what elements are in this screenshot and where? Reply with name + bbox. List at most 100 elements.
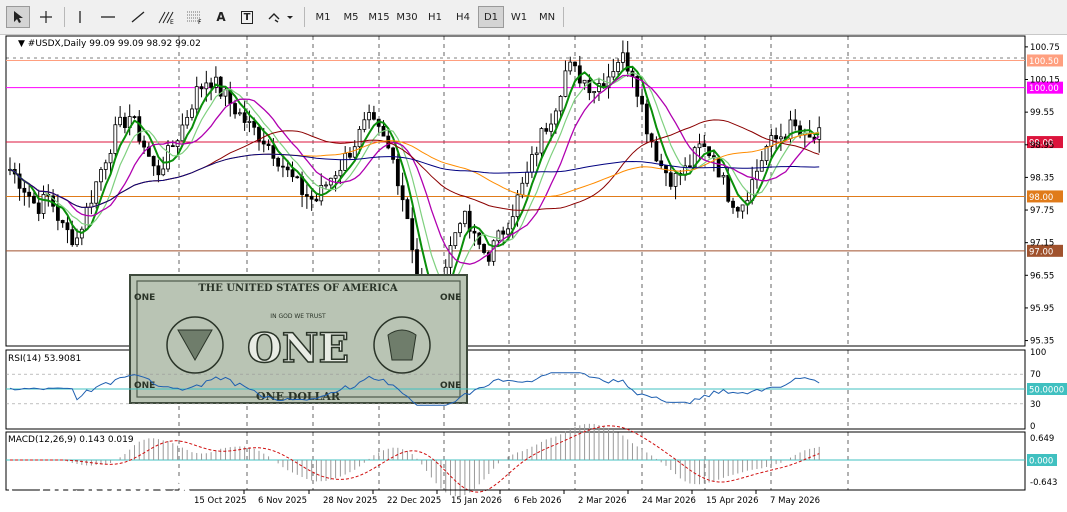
candle-body bbox=[99, 169, 103, 183]
candle-body bbox=[333, 175, 338, 179]
date-tick-label: 15 Apr 2026 bbox=[706, 496, 759, 506]
trendline-tool-button[interactable] bbox=[126, 6, 150, 28]
candle-body bbox=[266, 143, 271, 146]
timeframe-w1-button[interactable]: W1 bbox=[506, 6, 532, 28]
candle-body bbox=[697, 143, 702, 149]
candle-body bbox=[199, 86, 204, 90]
candle-body bbox=[544, 128, 549, 132]
fibo-grid-icon: F bbox=[187, 11, 202, 25]
date-tick-label: 15 Jan 2026 bbox=[451, 496, 502, 506]
candle-body bbox=[573, 61, 577, 67]
candle-body bbox=[357, 128, 362, 148]
arrows-dropdown-icon bbox=[268, 13, 293, 23]
candle-body bbox=[735, 207, 740, 212]
horizontal-line-tool-button[interactable] bbox=[96, 6, 120, 28]
cursor-tool-button[interactable] bbox=[6, 6, 30, 28]
timeframe-m1-button[interactable]: M1 bbox=[310, 6, 336, 28]
timeframe-d1-button[interactable]: D1 bbox=[478, 6, 504, 28]
candle-body bbox=[161, 168, 166, 176]
candle-body bbox=[367, 112, 372, 121]
candle-body bbox=[166, 145, 170, 170]
fibo-fan-tool-button[interactable]: F bbox=[182, 6, 206, 28]
macd-label: MACD(12,26,9) 0.143 0.019 bbox=[8, 435, 134, 445]
instaforex-logo-icon bbox=[8, 468, 44, 504]
candle-body bbox=[640, 95, 644, 105]
candle-body bbox=[242, 112, 247, 123]
rsi-level-label: 50.0000 bbox=[1029, 386, 1064, 396]
trendline-icon bbox=[131, 11, 145, 23]
candle-body bbox=[688, 165, 692, 168]
candle-body bbox=[644, 103, 649, 135]
candle-body bbox=[458, 223, 462, 234]
horizontal-line-icon bbox=[101, 16, 115, 18]
macd-tick-label: 0.649 bbox=[1030, 434, 1054, 444]
timeframe-h4-button[interactable]: H4 bbox=[450, 6, 476, 28]
vertical-line-icon bbox=[79, 11, 81, 23]
date-tick-label: 28 Nov 2025 bbox=[323, 496, 377, 506]
level-label-100.50: 100.50 bbox=[1029, 57, 1059, 67]
watermark-tagline: Instant Forex Trading bbox=[48, 494, 164, 507]
timeframe-h1-button[interactable]: H1 bbox=[422, 6, 448, 28]
candle-body bbox=[410, 218, 415, 251]
text-label-tool-button[interactable]: T bbox=[236, 6, 258, 28]
chart-toolbar: E F A T M1 M5 M15 M30 H1 H4 D1 W1 MN bbox=[0, 0, 1067, 35]
candle-body bbox=[132, 116, 137, 118]
text-tool-button[interactable]: A bbox=[210, 6, 232, 28]
price-tick-label: 97.75 bbox=[1030, 206, 1054, 216]
candle-body bbox=[477, 232, 482, 245]
candle-body bbox=[65, 222, 70, 231]
candle-body bbox=[592, 91, 597, 94]
candle-body bbox=[156, 165, 161, 176]
symbol-label: ▼ #USDX,Daily 99.09 99.09 98.92 99.02 bbox=[18, 39, 201, 49]
price-tick-label: 95.95 bbox=[1030, 304, 1054, 314]
candle-body bbox=[36, 202, 41, 214]
candle-body bbox=[103, 162, 108, 170]
candle-body bbox=[142, 140, 146, 148]
candle-body bbox=[395, 158, 400, 187]
price-chart[interactable]: 100.50100.0099.0098.0097.00 THE UNITED S… bbox=[0, 35, 1067, 512]
svg-text:F: F bbox=[198, 19, 202, 25]
timeframe-mn-button[interactable]: MN bbox=[534, 6, 560, 28]
candle-body bbox=[702, 143, 707, 148]
candle-body bbox=[731, 200, 735, 208]
timeframe-m30-button[interactable]: M30 bbox=[394, 6, 420, 28]
candle-body bbox=[185, 116, 190, 126]
candle-body bbox=[568, 61, 573, 72]
dollar-banknote-image: THE UNITED STATES OF AMERICA IN GOD WE TR… bbox=[129, 274, 468, 404]
candle-body bbox=[750, 179, 755, 201]
banknote-one-text: ONE bbox=[247, 325, 349, 372]
candle-body bbox=[27, 191, 32, 197]
timeframe-m5-button[interactable]: M5 bbox=[338, 6, 364, 28]
candle-body bbox=[372, 112, 376, 120]
rsi-tick-label: 0 bbox=[1030, 422, 1035, 432]
price-tick-label: 98.95 bbox=[1030, 141, 1054, 151]
date-tick-label: 2 Mar 2026 bbox=[578, 496, 626, 506]
fibonacci-tool-button[interactable]: E bbox=[154, 6, 178, 28]
date-tick-label: 7 May 2026 bbox=[770, 496, 820, 506]
price-tick-label: 97.15 bbox=[1030, 239, 1054, 249]
candle-body bbox=[261, 140, 266, 145]
candle-body bbox=[582, 79, 587, 84]
candle-body bbox=[563, 70, 568, 97]
candle-body bbox=[194, 86, 199, 110]
timeframe-m15-button[interactable]: M15 bbox=[366, 6, 392, 28]
candle-body bbox=[482, 243, 486, 253]
vertical-line-tool-button[interactable] bbox=[70, 6, 90, 28]
candle-body bbox=[520, 182, 525, 196]
svg-text:E: E bbox=[170, 19, 174, 25]
crosshair-tool-button[interactable] bbox=[34, 6, 58, 28]
level-label-97.00: 97.00 bbox=[1029, 247, 1053, 257]
candle-body bbox=[530, 154, 534, 173]
candle-body bbox=[793, 119, 798, 127]
arrows-tool-dropdown[interactable] bbox=[264, 6, 298, 28]
candle-body bbox=[400, 185, 405, 201]
candle-body bbox=[448, 245, 453, 268]
candle-body bbox=[525, 171, 530, 184]
price-tick-label: 100.75 bbox=[1030, 43, 1060, 53]
candle-body bbox=[295, 176, 300, 179]
candle-body bbox=[740, 204, 745, 212]
candle-body bbox=[472, 230, 477, 234]
candle-body bbox=[41, 193, 46, 214]
price-tick-label: 95.35 bbox=[1030, 337, 1054, 347]
crosshair-icon bbox=[40, 11, 52, 23]
